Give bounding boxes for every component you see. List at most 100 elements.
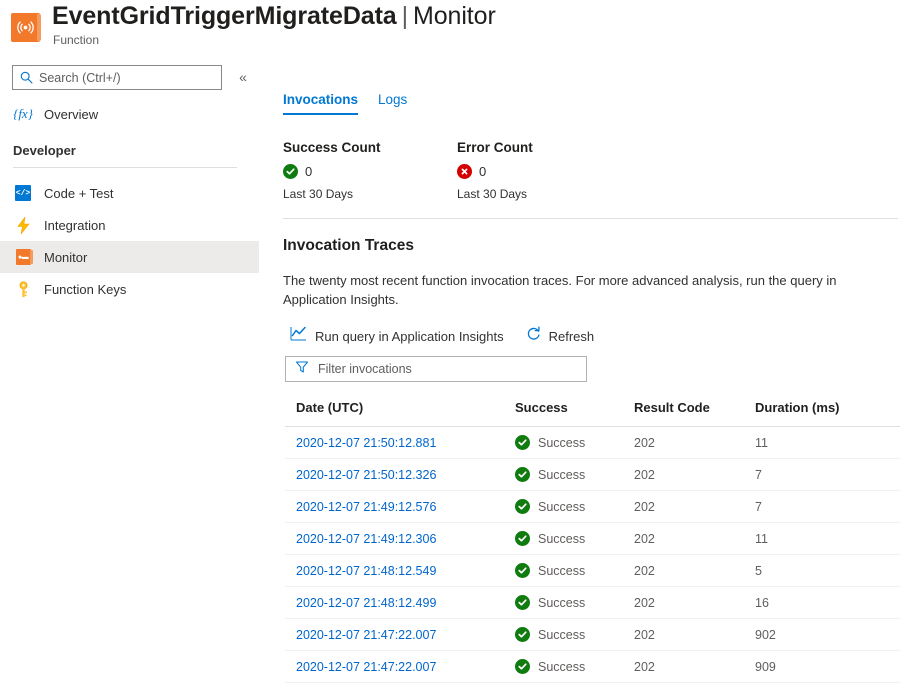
cell-success: Success: [515, 555, 634, 587]
resource-name: EventGridTriggerMigrateData: [52, 2, 397, 30]
search-box[interactable]: [12, 65, 222, 90]
table-row: 2020-12-07 21:49:12.306Success20211: [285, 523, 900, 555]
cell-result-code: 202: [634, 651, 755, 683]
cell-result-code: 202: [634, 491, 755, 523]
content-divider: [283, 218, 898, 219]
error-count-subtitle: Last 30 Days: [457, 187, 527, 201]
search-input[interactable]: [39, 71, 209, 85]
sidebar-item-monitor[interactable]: ●▬ Monitor: [0, 241, 259, 273]
sidebar: « {fx} Overview Developer </> Code + Tes…: [0, 60, 259, 688]
cell-date: 2020-12-07 21:49:12.576: [285, 491, 515, 523]
success-label: Success: [538, 660, 585, 674]
cell-success: Success: [515, 587, 634, 619]
sidebar-section-header: Developer: [13, 143, 76, 158]
page-header: EventGridTriggerMigrateData|Monitor Func…: [0, 0, 901, 60]
table-row: 2020-12-07 21:47:22.007 Success 202909: [285, 651, 900, 683]
success-check-icon: [515, 563, 530, 578]
column-header-date[interactable]: Date (UTC): [285, 400, 515, 427]
lightning-icon: [14, 216, 32, 234]
sidebar-item-code-test[interactable]: </> Code + Test: [0, 177, 259, 209]
page-title: EventGridTriggerMigrateData|Monitor: [52, 2, 496, 31]
cell-result-code: 202: [634, 459, 755, 491]
sidebar-collapse-icon[interactable]: «: [234, 67, 252, 87]
cell-duration: 16: [755, 587, 900, 619]
run-query-button[interactable]: Run query in Application Insights: [290, 326, 504, 346]
invocation-traces-table: Date (UTC) Success Result Code Duration …: [285, 400, 900, 683]
column-header-duration[interactable]: Duration (ms): [755, 400, 900, 427]
cell-duration: 909: [755, 651, 900, 683]
broadcast-glyph: [17, 19, 34, 36]
monitor-book-icon: ●▬: [14, 248, 32, 266]
cell-date: 2020-12-07 21:50:12.881: [285, 427, 515, 459]
success-check-icon: [283, 164, 298, 179]
cell-duration: 11: [755, 523, 900, 555]
tab-bar: Invocations Logs: [283, 85, 427, 115]
column-header-result-code[interactable]: Result Code: [634, 400, 755, 427]
column-header-success[interactable]: Success: [515, 400, 634, 427]
invocation-traces-title: Invocation Traces: [283, 237, 414, 255]
function-app-icon: [11, 13, 40, 42]
success-label: Success: [538, 596, 585, 610]
cell-date: 2020-12-07 21:49:12.306: [285, 523, 515, 555]
sidebar-item-function-keys[interactable]: Function Keys: [0, 273, 259, 305]
invocation-date-link[interactable]: 2020-12-07 21:50:12.326: [296, 468, 436, 482]
success-check-icon: [515, 435, 530, 450]
sidebar-item-label: Integration: [44, 218, 105, 233]
table-row: 2020-12-07 21:50:12.881Success20211: [285, 427, 900, 459]
traces-table-body: 2020-12-07 21:50:12.881Success202112020-…: [285, 427, 900, 683]
run-query-label: Run query in Application Insights: [315, 329, 504, 344]
cell-duration: 7: [755, 459, 900, 491]
cell-success: Success: [515, 491, 634, 523]
success-count-subtitle: Last 30 Days: [283, 187, 353, 201]
invocation-date-link[interactable]: 2020-12-07 21:47:22.007: [296, 660, 436, 674]
invocation-date-link[interactable]: 2020-12-07 21:49:12.306: [296, 532, 436, 546]
cell-result-code: 202: [634, 555, 755, 587]
success-check-icon: [515, 467, 530, 482]
cell-duration: 902: [755, 619, 900, 651]
success-count-title: Success Count: [283, 140, 381, 155]
invocation-date-link[interactable]: 2020-12-07 21:50:12.881: [296, 436, 436, 450]
cell-result-code: 202: [634, 619, 755, 651]
title-separator: |: [397, 2, 413, 30]
invocation-date-link[interactable]: 2020-12-07 21:47:22.007: [296, 628, 436, 642]
code-icon: </>: [14, 184, 32, 202]
cell-date: 2020-12-07 21:48:12.549: [285, 555, 515, 587]
table-row: 2020-12-07 21:47:22.007 Success202902: [285, 619, 900, 651]
success-check-icon: [515, 595, 530, 610]
sidebar-item-integration[interactable]: Integration: [0, 209, 259, 241]
success-check-icon: [515, 499, 530, 514]
key-icon: [14, 280, 32, 298]
filter-invocations-box[interactable]: [285, 356, 587, 382]
error-count-value-row: 0: [457, 164, 486, 179]
success-check-icon: [515, 627, 530, 642]
page-name: Monitor: [413, 2, 496, 30]
invocation-date-link[interactable]: 2020-12-07 21:48:12.549: [296, 564, 436, 578]
sidebar-item-label: Monitor: [44, 250, 87, 265]
invocation-date-link[interactable]: 2020-12-07 21:48:12.499: [296, 596, 436, 610]
cell-success: Success: [515, 619, 634, 651]
success-count-number: 0: [305, 164, 312, 179]
sidebar-item-overview[interactable]: {fx} Overview: [0, 98, 259, 130]
traces-toolbar: Run query in Application Insights Refres…: [290, 325, 616, 347]
cell-duration: 5: [755, 555, 900, 587]
filter-invocations-input[interactable]: [318, 362, 568, 376]
cell-success: Success: [515, 651, 634, 683]
fx-icon: {fx}: [14, 105, 32, 123]
cell-duration: 7: [755, 491, 900, 523]
invocation-date-link[interactable]: 2020-12-07 21:49:12.576: [296, 500, 436, 514]
line-chart-icon: [290, 326, 307, 346]
sidebar-search-row: «: [0, 65, 259, 91]
success-label: Success: [538, 468, 585, 482]
icon-book-edge: [37, 14, 41, 41]
error-count-number: 0: [479, 164, 486, 179]
cell-date: 2020-12-07 21:47:22.007: [285, 619, 515, 651]
cell-success: Success: [515, 459, 634, 491]
page-subtitle: Function: [53, 33, 99, 47]
cell-success: Success: [515, 523, 634, 555]
success-check-icon: [515, 659, 530, 674]
tab-invocations[interactable]: Invocations: [283, 92, 358, 115]
table-row: 2020-12-07 21:50:12.326 Success 2027: [285, 459, 900, 491]
refresh-button[interactable]: Refresh: [526, 326, 595, 346]
invocation-traces-description: The twenty most recent function invocati…: [283, 271, 901, 309]
tab-logs[interactable]: Logs: [378, 92, 407, 115]
